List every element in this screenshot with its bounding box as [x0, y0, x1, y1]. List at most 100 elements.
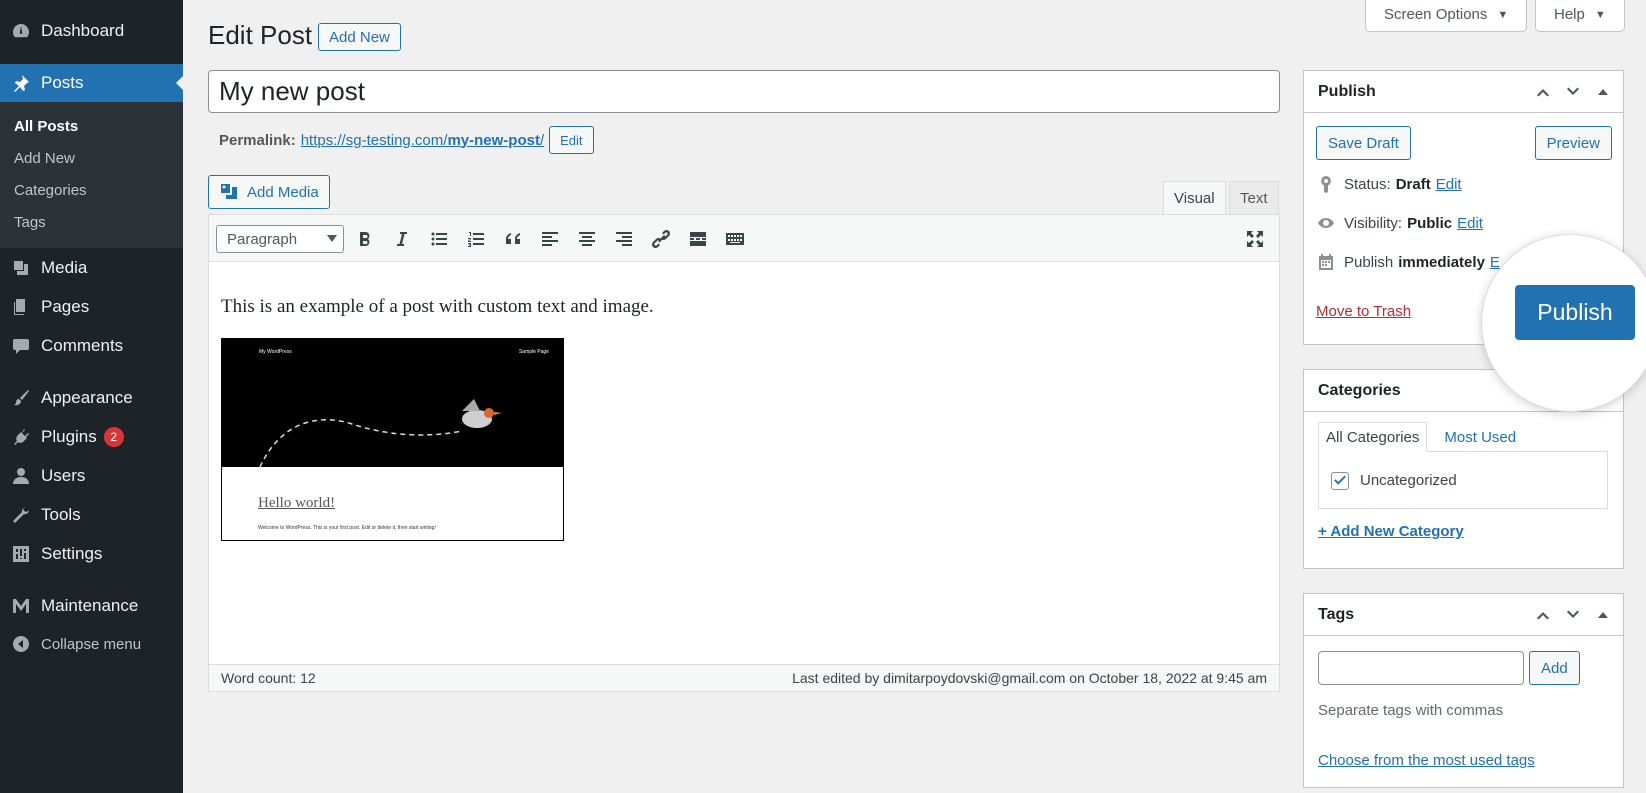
- bird-illustration: [259, 399, 502, 467]
- update-count-badge: 2: [103, 427, 124, 447]
- tab-visual[interactable]: Visual: [1163, 181, 1226, 215]
- chevron-up-icon[interactable]: [1533, 82, 1553, 102]
- align-right-button[interactable]: [611, 226, 637, 252]
- italic-button[interactable]: [389, 226, 415, 252]
- menu-label: Media: [41, 258, 88, 277]
- category-checkbox[interactable]: [1331, 472, 1349, 490]
- tab-most-used[interactable]: Most Used: [1427, 422, 1533, 452]
- visibility-row: Visibility: Public Edit: [1316, 213, 1483, 233]
- align-center-button[interactable]: [574, 226, 600, 252]
- permalink-link[interactable]: https://sg-testing.com/my-new-post/: [301, 132, 544, 149]
- status-row: Status: Draft Edit: [1316, 174, 1462, 194]
- permalink-slug: my-new-post: [447, 131, 540, 149]
- categories-box-title: Categories: [1318, 381, 1401, 399]
- status-edit-link[interactable]: Edit: [1436, 176, 1462, 193]
- tab-all-categories[interactable]: All Categories: [1318, 422, 1428, 452]
- help-button[interactable]: Help ▼: [1535, 0, 1625, 32]
- menu-label: Plugins: [41, 427, 97, 446]
- chevron-up-icon[interactable]: [1533, 605, 1553, 625]
- chevron-down-icon[interactable]: [1563, 605, 1583, 625]
- eye-icon: [1318, 218, 1334, 228]
- choose-most-used-tags-link[interactable]: Choose from the most used tags: [1318, 752, 1535, 769]
- screen-options-button[interactable]: Screen Options ▼: [1365, 0, 1528, 32]
- fullscreen-icon: [1247, 231, 1263, 247]
- menu-item-comments[interactable]: Comments: [0, 327, 183, 365]
- tags-box-header: Tags: [1304, 594, 1623, 636]
- category-list: Uncategorized: [1318, 451, 1608, 509]
- bold-button[interactable]: [352, 226, 378, 252]
- collapse-menu-button[interactable]: Collapse menu: [0, 625, 183, 663]
- move-to-trash-link[interactable]: Move to Trash: [1316, 303, 1411, 320]
- category-tabs: All Categories Most Used: [1318, 422, 1533, 452]
- bold-icon: [360, 232, 370, 246]
- preview-button[interactable]: Preview: [1534, 126, 1612, 160]
- align-left-button[interactable]: [537, 226, 563, 252]
- menu-label: Comments: [41, 336, 124, 355]
- menu-item-tools[interactable]: Tools: [0, 496, 183, 534]
- media-icon: [0, 249, 41, 287]
- menu-label: Users: [41, 466, 86, 485]
- status-value: Draft: [1395, 175, 1431, 193]
- collapse-triangle-icon[interactable]: [1593, 82, 1613, 102]
- menu-item-appearance[interactable]: Appearance: [0, 379, 183, 417]
- align-center-icon: [579, 232, 595, 246]
- publish-schedule-row: Publish immediately E: [1316, 252, 1500, 272]
- permalink-row: Permalink: https://sg-testing.com/my-new…: [219, 126, 594, 154]
- wrench-icon: [0, 496, 41, 534]
- save-draft-button[interactable]: Save Draft: [1316, 126, 1411, 160]
- image-header-area: My WordPress Sample Page: [222, 339, 563, 467]
- tag-input[interactable]: [1318, 651, 1524, 685]
- link-icon: [651, 229, 671, 249]
- add-tag-button[interactable]: Add: [1529, 651, 1580, 685]
- maintenance-logo-icon: [0, 587, 41, 625]
- page-title: Edit Post: [208, 20, 313, 50]
- menu-item-settings[interactable]: Settings: [0, 535, 183, 573]
- menu-label: Appearance: [41, 388, 133, 407]
- add-new-button[interactable]: Add New: [318, 23, 401, 51]
- bullet-list-icon: [431, 232, 447, 246]
- menu-item-users[interactable]: Users: [0, 457, 183, 495]
- menu-item-maintenance[interactable]: Maintenance: [0, 587, 183, 625]
- menu-item-dashboard[interactable]: Dashboard: [0, 12, 183, 50]
- bullet-list-button[interactable]: [426, 226, 452, 252]
- menu-label: Tools: [41, 505, 81, 524]
- fullscreen-button[interactable]: [1242, 226, 1268, 252]
- submenu-item-add-new[interactable]: Add New: [14, 150, 75, 167]
- visibility-edit-link[interactable]: Edit: [1457, 215, 1483, 232]
- zoom-magnifier: Publish: [1481, 234, 1646, 412]
- submenu-item-categories[interactable]: Categories: [14, 182, 87, 199]
- publish-button[interactable]: Publish: [1515, 285, 1635, 340]
- image-hello-title: Hello world!: [258, 495, 336, 511]
- current-menu-arrow: [176, 75, 184, 91]
- toolbar-toggle-button[interactable]: [722, 226, 748, 252]
- permalink-base: https://sg-testing.com/: [300, 131, 448, 149]
- menu-label: Dashboard: [41, 21, 125, 40]
- checkmark-icon: [1334, 475, 1346, 485]
- read-more-button[interactable]: [685, 226, 711, 252]
- add-new-category-link[interactable]: + Add New Category: [1318, 523, 1464, 540]
- add-media-button[interactable]: Add Media: [208, 175, 330, 209]
- posts-submenu: All Posts Add New Categories Tags: [0, 102, 183, 248]
- menu-item-posts[interactable]: Posts: [0, 64, 184, 102]
- menu-item-plugins[interactable]: Plugins 2: [0, 418, 183, 456]
- blockquote-button[interactable]: [500, 226, 526, 252]
- format-select[interactable]: Paragraph: [216, 225, 344, 253]
- submenu-item-all-posts[interactable]: All Posts: [14, 118, 78, 135]
- insert-link-button[interactable]: [648, 226, 674, 252]
- tab-text[interactable]: Text: [1229, 181, 1279, 215]
- plugin-icon: [0, 418, 41, 456]
- quote-icon: [506, 233, 520, 244]
- post-image[interactable]: My WordPress Sample Page Hello world! We…: [221, 338, 564, 541]
- menu-item-media[interactable]: Media: [0, 249, 183, 287]
- permalink-end: /: [539, 131, 545, 149]
- post-title-input[interactable]: [208, 70, 1280, 113]
- numbered-list-button[interactable]: [463, 226, 489, 252]
- editor-content[interactable]: This is an example of a post with custom…: [209, 262, 1279, 662]
- collapse-triangle-icon[interactable]: [1593, 605, 1613, 625]
- permalink-edit-button[interactable]: Edit: [549, 126, 594, 154]
- post-content-paragraph[interactable]: This is an example of a post with custom…: [221, 296, 654, 318]
- chevron-down-icon[interactable]: [1563, 82, 1583, 102]
- last-edited: Last edited by dimitarpoydovski@gmail.co…: [792, 670, 1267, 686]
- menu-item-pages[interactable]: Pages: [0, 288, 183, 326]
- submenu-item-tags[interactable]: Tags: [14, 214, 46, 231]
